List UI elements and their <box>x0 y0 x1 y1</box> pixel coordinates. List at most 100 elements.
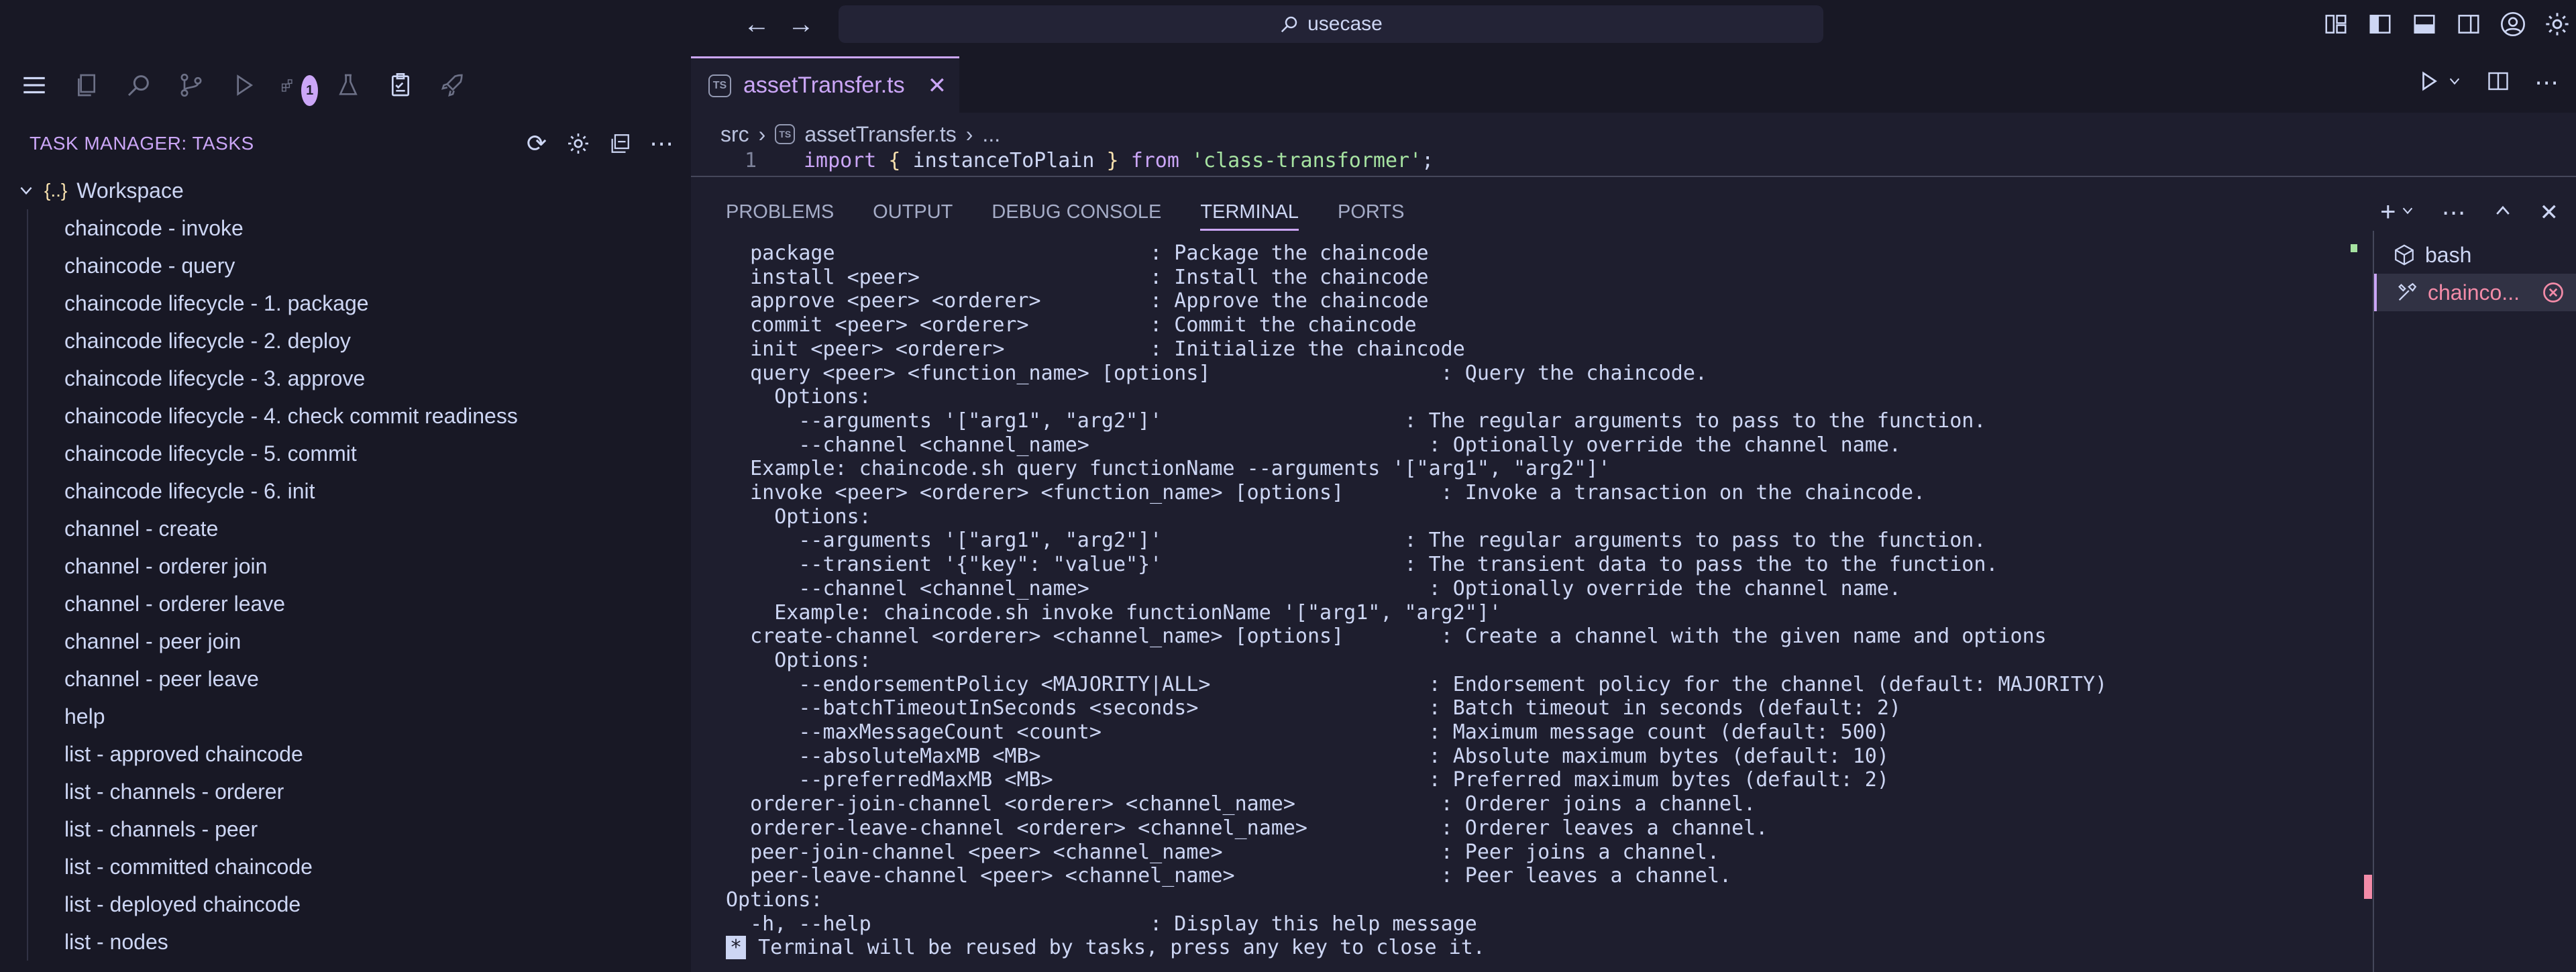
search-icon[interactable] <box>123 70 154 101</box>
collapse-all-icon[interactable] <box>606 130 633 157</box>
terminal-marker: * <box>726 936 747 960</box>
panel-tab-ports[interactable]: PORTS <box>1338 201 1404 231</box>
maximize-panel-icon[interactable] <box>2493 201 2513 224</box>
task-item[interactable]: chaincode lifecycle - 6. init <box>27 472 691 510</box>
account-icon[interactable] <box>2500 11 2526 38</box>
tab-label: assetTransfer.ts <box>743 72 905 98</box>
more-actions-icon[interactable]: ⋯ <box>2442 199 2466 227</box>
code-punctuation: } <box>1094 149 1131 172</box>
panel-tab-output[interactable]: OUTPUT <box>873 201 953 231</box>
back-arrow-icon[interactable]: ← <box>742 9 771 39</box>
terminal-line: --absoluteMaxMB <MB> : Absolute maximum … <box>726 744 1889 768</box>
panel-tab-problems[interactable]: PROBLEMS <box>726 201 834 231</box>
terminal-line: --batchTimeoutInSeconds <seconds> : Batc… <box>726 696 1901 720</box>
terminal-line: create-channel <orderer> <channel_name> … <box>726 625 2047 649</box>
task-item[interactable]: list - deployed chaincode <box>27 885 691 923</box>
task-item[interactable]: channel - create <box>27 510 691 547</box>
forward-arrow-icon[interactable]: → <box>786 9 816 39</box>
editor-area: TS assetTransfer.ts ✕ ⋯ src › TS assetTr… <box>691 48 2576 972</box>
command-center-search[interactable]: usecase <box>839 5 1823 43</box>
settings-gear-icon[interactable] <box>565 130 592 157</box>
task-item[interactable]: chaincode - invoke <box>27 209 691 247</box>
terminal-list: bash chainco... <box>2373 231 2576 972</box>
chevron-down-icon[interactable] <box>2447 74 2462 92</box>
task-item[interactable]: chaincode - query <box>27 247 691 284</box>
search-text: usecase <box>1307 13 1383 35</box>
task-item[interactable]: channel - peer join <box>27 623 691 660</box>
chevron-right-icon: › <box>965 121 973 146</box>
explorer-icon[interactable] <box>71 70 102 101</box>
task-item[interactable]: chaincode lifecycle - 4. check commit re… <box>27 397 691 435</box>
terminal-cube-icon <box>2395 244 2414 266</box>
new-terminal-icon[interactable]: + <box>2380 197 2396 227</box>
breadcrumb: src › TS assetTransfer.ts › ... <box>720 115 1000 153</box>
terminal-line: Options: <box>726 648 871 672</box>
task-manager-clipboard-icon[interactable] <box>385 70 416 101</box>
toggle-secondary-sidebar-icon[interactable] <box>2455 11 2482 38</box>
refresh-icon[interactable]: ⟳ <box>523 129 550 157</box>
split-editor-icon[interactable] <box>2486 69 2510 97</box>
error-circle-icon[interactable] <box>2541 280 2565 305</box>
tools-icon <box>2398 282 2417 301</box>
terminal-line: Example: chaincode.sh invoke functionNam… <box>726 600 1501 625</box>
terminal-line: --transient '{"key": "value"}' : The tra… <box>726 553 1998 577</box>
task-item[interactable]: list - committed chaincode <box>27 848 691 885</box>
task-item[interactable]: list - nodes <box>27 923 691 961</box>
task-item[interactable]: channel - orderer join <box>27 547 691 585</box>
terminal-line: --channel <channel_name> : Optionally ov… <box>726 576 1901 600</box>
terminal-line: Options: <box>726 504 871 529</box>
scrollbar-marker <box>2364 875 2372 899</box>
task-item[interactable]: chaincode lifecycle - 1. package <box>27 284 691 322</box>
rocket-icon[interactable] <box>437 70 468 101</box>
panel-tab-debug-console[interactable]: DEBUG CONSOLE <box>991 201 1161 231</box>
close-panel-icon[interactable]: ✕ <box>2540 199 2559 226</box>
tree-root-workspace[interactable]: {..} Workspace <box>0 172 691 209</box>
run-debug-icon[interactable] <box>228 70 259 101</box>
task-item[interactable]: chaincode lifecycle - 3. approve <box>27 360 691 397</box>
breadcrumb-folder[interactable]: src <box>720 122 749 147</box>
search-icon <box>1281 16 1297 33</box>
task-item[interactable]: list - channels - peer <box>27 810 691 848</box>
terminal-line: init <peer> <orderer> : Initialize the c… <box>726 337 1465 361</box>
source-control-icon[interactable] <box>176 70 207 101</box>
task-item[interactable]: list - approved chaincode <box>27 735 691 773</box>
extensions-icon[interactable]: 1 <box>280 70 318 106</box>
terminal-line: Options: <box>726 887 823 912</box>
terminal-line: package : Package the chaincode <box>726 241 1429 265</box>
terminal-line: approve <peer> <orderer> : Approve the c… <box>726 289 1429 313</box>
task-item[interactable]: help <box>27 698 691 735</box>
run-icon[interactable] <box>2416 69 2440 97</box>
terminal-output[interactable]: package : Package the chaincode install … <box>726 241 2363 972</box>
settings-gear-icon[interactable] <box>2544 11 2571 38</box>
breadcrumb-file[interactable]: assetTransfer.ts <box>804 122 956 147</box>
terminal-bash[interactable]: bash <box>2374 236 2576 274</box>
terminal-line: -h, --help : Display this help message <box>726 912 1477 936</box>
terminal-label: chainco... <box>2428 280 2520 305</box>
task-item[interactable]: channel - peer leave <box>27 660 691 698</box>
extensions-badge: 1 <box>301 75 318 106</box>
layout-customize-icon[interactable] <box>2322 11 2349 38</box>
close-icon[interactable]: ✕ <box>928 72 947 99</box>
task-item[interactable]: channel - orderer leave <box>27 585 691 623</box>
terminal-line: --arguments '["arg1", "arg2"]' : The reg… <box>726 409 1986 433</box>
task-item[interactable]: list - channels - orderer <box>27 773 691 810</box>
toggle-panel-icon[interactable] <box>2411 11 2438 38</box>
panel-tab-terminal[interactable]: TERMINAL <box>1200 201 1299 231</box>
terminal-chaincode[interactable]: chainco... <box>2374 274 2576 311</box>
toggle-primary-sidebar-icon[interactable] <box>2367 11 2394 38</box>
code-line[interactable]: 1 import { instanceToPlain } from 'class… <box>691 149 2576 176</box>
code-keyword: import <box>804 149 877 172</box>
menu-icon[interactable] <box>19 70 50 101</box>
more-actions-icon[interactable]: ⋯ <box>2534 68 2559 97</box>
testing-flask-icon[interactable] <box>333 70 364 101</box>
tab-asset-transfer[interactable]: TS assetTransfer.ts ✕ <box>691 56 959 113</box>
chevron-down-icon[interactable] <box>2400 203 2415 221</box>
task-item[interactable]: chaincode lifecycle - 2. deploy <box>27 322 691 360</box>
panel-tabs: PROBLEMS OUTPUT DEBUG CONSOLE TERMINAL PORTS <box>726 201 1404 231</box>
more-actions-icon[interactable]: ⋯ <box>648 129 675 157</box>
breadcrumb-more[interactable]: ... <box>982 122 1000 147</box>
terminal-line: Options: <box>726 385 871 409</box>
task-manager-header: TASK MANAGER: TASKS ⟳ ⋯ <box>0 122 691 165</box>
task-item[interactable]: chaincode lifecycle - 5. commit <box>27 435 691 472</box>
terminal-line: Example: chaincode.sh query functionName… <box>726 457 1611 481</box>
